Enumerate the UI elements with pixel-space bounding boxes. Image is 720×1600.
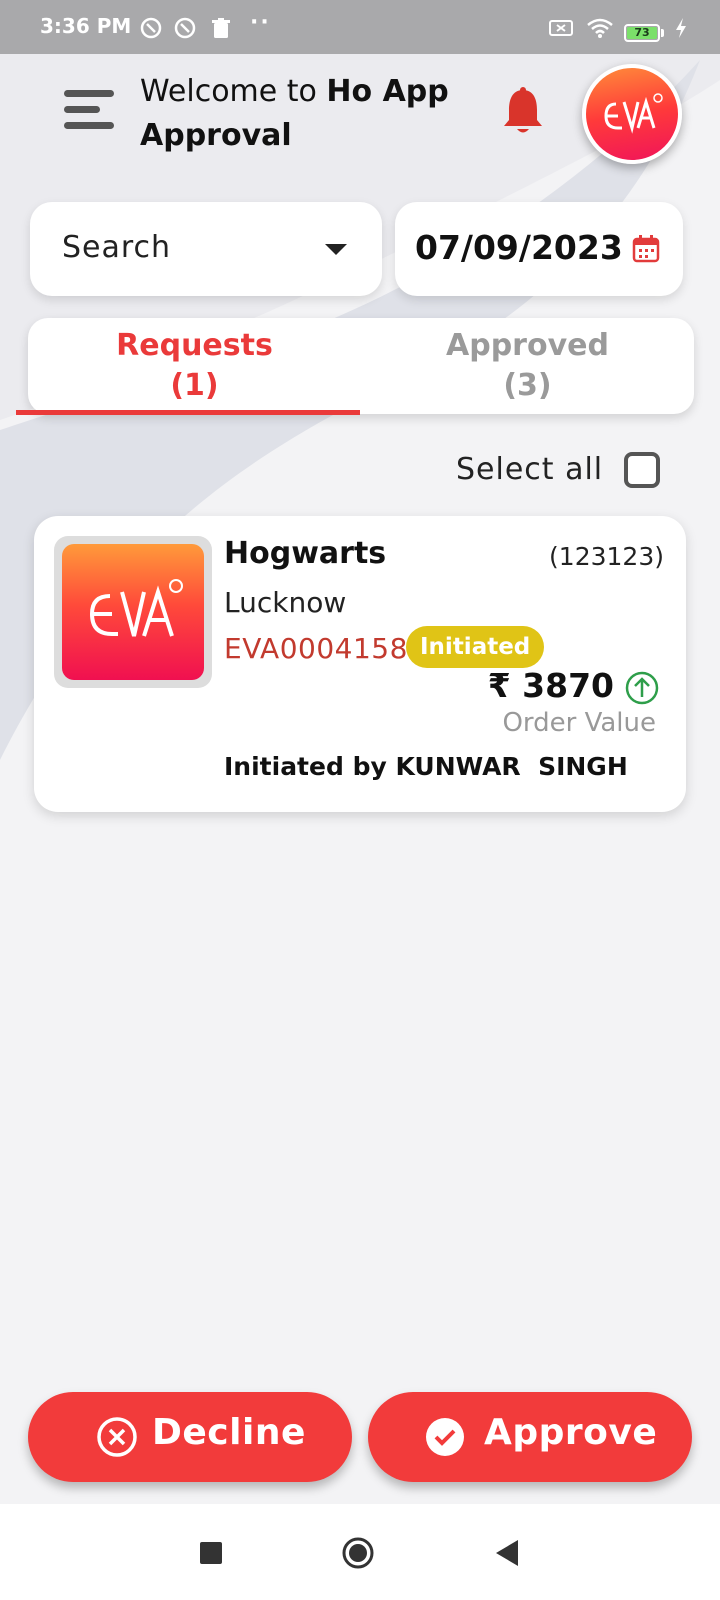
welcome-prefix: Welcome to — [140, 74, 327, 109]
order-id: EVA0004158 — [224, 632, 408, 665]
decline-label: Decline — [152, 1412, 306, 1453]
active-tab-indicator — [16, 410, 360, 415]
store-thumbnail — [54, 536, 212, 688]
store-code: (123123) — [549, 542, 664, 571]
store-city: Lucknow — [224, 586, 347, 619]
tab-requests-label: Requests — [116, 328, 273, 363]
recents-icon[interactable] — [200, 1542, 222, 1564]
battery-icon: 73 — [624, 24, 660, 42]
trash-icon — [212, 18, 230, 38]
tab-approved-label: Approved — [446, 328, 609, 363]
eva-logo-avatar[interactable] — [582, 64, 682, 164]
tab-approved[interactable]: Approved (3) — [361, 326, 694, 406]
sync-disabled-icon — [140, 17, 162, 39]
calendar-icon[interactable] — [631, 234, 661, 264]
status-time: 3:36 PM — [40, 14, 132, 38]
sim-disabled-icon — [549, 20, 573, 36]
bell-icon[interactable] — [500, 86, 546, 138]
search-dropdown[interactable]: Search — [30, 202, 382, 296]
system-nav-bar — [0, 1504, 720, 1600]
check-circle-icon — [426, 1418, 464, 1456]
tab-bar: Requests (1) Approved (3) — [28, 318, 694, 414]
chevron-down-icon — [325, 244, 347, 255]
back-icon[interactable] — [494, 1538, 520, 1568]
order-value-label: Order Value — [502, 708, 656, 738]
eva-logo-icon — [604, 93, 663, 134]
decline-button[interactable]: Decline — [28, 1392, 352, 1482]
date-picker[interactable]: 07/09/2023 — [395, 202, 683, 296]
page-title: Welcome to Ho App Approval — [140, 70, 449, 158]
home-icon[interactable] — [341, 1536, 375, 1570]
order-amount: ₹ 3870 — [487, 666, 614, 705]
select-all-checkbox[interactable] — [624, 452, 660, 488]
store-name: Hogwarts — [224, 536, 387, 571]
wifi-icon — [587, 18, 613, 38]
status-bar: 3:36 PM ·· 73 — [0, 0, 720, 54]
initiated-by: Initiated by KUNWAR SINGH — [224, 752, 628, 781]
approve-button[interactable]: Approve — [368, 1392, 692, 1482]
app-name-line2: Approval — [140, 118, 292, 153]
select-all-label: Select all — [456, 452, 604, 487]
approve-label: Approve — [484, 1412, 658, 1453]
app-name: Ho App — [326, 74, 449, 109]
more-notifications-icon: ·· — [250, 10, 271, 35]
search-label: Search — [62, 230, 172, 265]
tab-requests[interactable]: Requests (1) — [28, 326, 361, 406]
sync-disabled-icon — [174, 17, 196, 39]
hamburger-menu-icon[interactable] — [62, 88, 118, 134]
battery-level: 73 — [627, 27, 657, 39]
charging-icon — [676, 18, 686, 38]
eva-logo-icon — [62, 544, 204, 680]
close-circle-icon — [97, 1417, 137, 1457]
tab-approved-count: (3) — [503, 368, 552, 403]
arrow-up-circle-icon — [625, 671, 659, 705]
request-card[interactable]: Hogwarts (123123) Lucknow EVA0004158 Ini… — [34, 516, 686, 812]
tab-requests-count: (1) — [170, 368, 219, 403]
status-badge: Initiated — [406, 626, 545, 668]
date-value: 07/09/2023 — [415, 228, 623, 267]
